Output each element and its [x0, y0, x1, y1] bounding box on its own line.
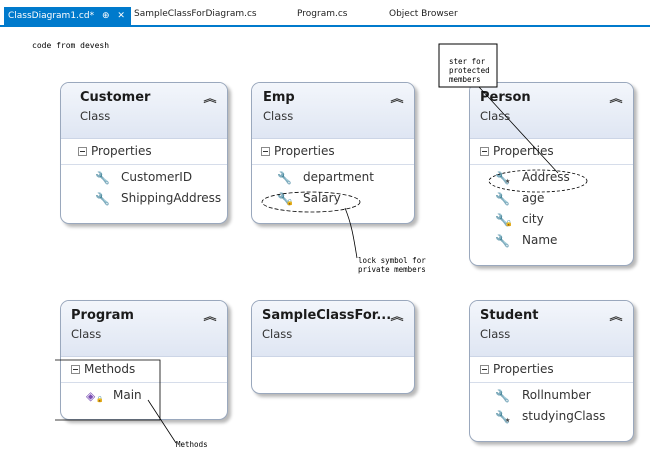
methods-bracket — [55, 359, 161, 421]
private-pointer-line — [344, 207, 358, 259]
note-line: ster for — [449, 57, 486, 66]
annotation-overlay — [55, 43, 588, 444]
address-highlight-ellipse — [488, 169, 588, 193]
methods-pointer-line — [147, 399, 177, 444]
note-line: members — [449, 75, 481, 84]
note-line: protected — [449, 66, 490, 75]
note-line: lock symbol for — [358, 256, 426, 265]
private-note: lock symbol for private members — [358, 256, 426, 274]
note-line: private members — [358, 265, 426, 274]
protected-pointer-line — [478, 86, 559, 174]
methods-note: Methods — [176, 440, 208, 449]
protected-note: ster for protected members — [449, 57, 490, 84]
